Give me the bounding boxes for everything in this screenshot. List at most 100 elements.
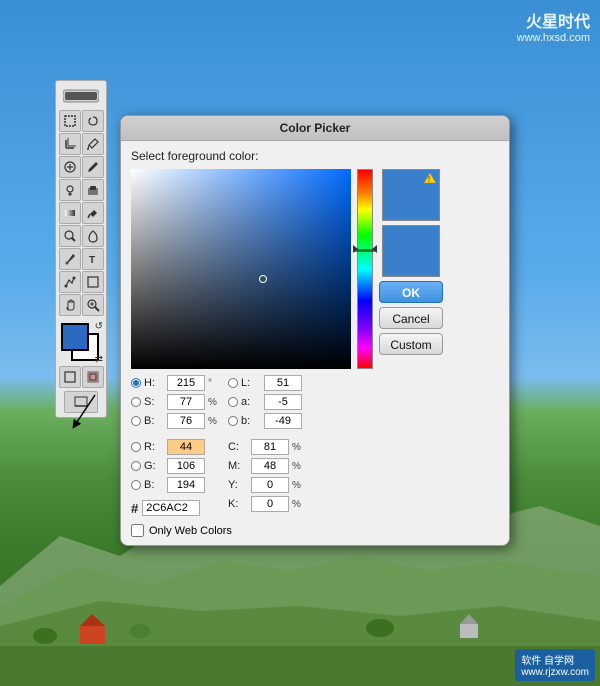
radio-R[interactable] [131, 442, 141, 452]
pen-tool[interactable] [59, 248, 81, 270]
input-a[interactable] [264, 394, 302, 410]
clone-tool[interactable] [59, 179, 81, 201]
input-L[interactable] [264, 375, 302, 391]
hex-input[interactable] [142, 500, 200, 516]
tool-row-7: T [59, 248, 104, 270]
input-b[interactable] [264, 413, 302, 429]
label-K: K: [228, 498, 248, 510]
radio-G[interactable] [131, 461, 141, 471]
zoom-tool[interactable] [82, 294, 104, 316]
input-M[interactable] [251, 458, 289, 474]
field-row-M: M: % [228, 458, 304, 474]
field-row-a: a: [228, 394, 304, 410]
custom-button[interactable]: Custom [379, 333, 443, 355]
field-row-R: R: [131, 439, 220, 455]
ok-button[interactable]: OK [379, 281, 443, 303]
field-row-b: b: [228, 413, 304, 429]
saturation-brightness-picker[interactable] [131, 169, 351, 369]
dialog-subtitle: Select foreground color: [131, 149, 499, 163]
dialog-titlebar: Color Picker [121, 116, 509, 141]
input-S[interactable] [167, 394, 205, 410]
radio-L[interactable] [228, 378, 238, 388]
tool-row-5 [59, 202, 104, 224]
eraser-tool[interactable] [82, 179, 104, 201]
out-of-gamut-warning[interactable]: ! [423, 172, 437, 187]
label-S: S: [144, 396, 164, 408]
field-row-L: L: [228, 375, 304, 391]
crop-tool[interactable] [59, 133, 81, 155]
svg-text:!: ! [428, 175, 430, 184]
foreground-color-swatch[interactable] [61, 323, 89, 351]
hex-row: # [131, 500, 220, 516]
input-Y[interactable] [251, 477, 289, 493]
path-select-tool[interactable] [59, 271, 81, 293]
input-H[interactable] [167, 375, 205, 391]
input-B[interactable] [167, 413, 205, 429]
radio-b[interactable] [228, 416, 238, 426]
input-G[interactable] [167, 458, 205, 474]
reset-colors-icon[interactable]: ↺ [95, 321, 103, 332]
hue-slider[interactable] [357, 169, 373, 369]
unit-M: % [292, 461, 304, 472]
dialog-buttons: OK Cancel Custom [379, 281, 443, 355]
sb-cursor [259, 275, 267, 283]
radio-H[interactable] [131, 378, 141, 388]
field-row-C: C: % [228, 439, 304, 455]
cancel-button[interactable]: Cancel [379, 307, 443, 329]
brush-preview [63, 86, 99, 106]
tool-row-8 [59, 271, 104, 293]
shape-tool[interactable] [82, 271, 104, 293]
tool-row-9 [59, 294, 104, 316]
label-B: B: [144, 415, 164, 427]
dodge-tool[interactable] [59, 225, 81, 247]
type-tool[interactable]: T [82, 248, 104, 270]
burn-tool[interactable] [82, 225, 104, 247]
hue-arrow-right [372, 245, 377, 253]
watermark-logo: 火星时代 [517, 8, 590, 32]
paint-bucket-tool[interactable] [82, 202, 104, 224]
radio-a[interactable] [228, 397, 238, 407]
tool-row-2 [59, 133, 104, 155]
web-colors-row: Only Web Colors [131, 524, 499, 537]
label-Y: Y: [228, 479, 248, 491]
unit-S: % [208, 397, 220, 408]
radio-B2[interactable] [131, 480, 141, 490]
unit-B: % [208, 416, 220, 427]
dialog-title: Color Picker [280, 121, 351, 135]
gradient-tool[interactable] [59, 202, 81, 224]
field-row-B: B: % [131, 413, 220, 429]
tool-row-3 [59, 156, 104, 178]
marquee-tool[interactable] [59, 110, 81, 132]
hand-tool[interactable] [59, 294, 81, 316]
label-B2: B: [144, 479, 164, 491]
field-row-B2: B: [131, 477, 220, 493]
web-colors-checkbox[interactable] [131, 524, 144, 537]
new-color-preview: ! [382, 169, 440, 221]
watermark-bottom-text: 软件 自学网 [521, 656, 574, 667]
current-color-preview [382, 225, 440, 277]
field-row-H: H: ° [131, 375, 220, 391]
lasso-tool[interactable] [82, 110, 104, 132]
input-B2[interactable] [167, 477, 205, 493]
fields-right: L: a: b: C: [228, 375, 304, 516]
heal-tool[interactable] [59, 156, 81, 178]
tool-row-1 [59, 110, 104, 132]
brush-tool[interactable] [82, 156, 104, 178]
field-row-S: S: % [131, 394, 220, 410]
color-picker-dialog: Color Picker Select foreground color: [120, 115, 510, 546]
label-b: b: [241, 415, 261, 427]
eyedropper-tool[interactable] [82, 133, 104, 155]
watermark-url: www.hxsd.com [517, 32, 590, 44]
unit-C: % [292, 442, 304, 453]
radio-B[interactable] [131, 416, 141, 426]
fields-section: H: ° S: % B: % [131, 375, 499, 516]
input-C[interactable] [251, 439, 289, 455]
tool-row-4 [59, 179, 104, 201]
fields-left: H: ° S: % B: % [131, 375, 220, 516]
input-K[interactable] [251, 496, 289, 512]
swap-colors-icon[interactable]: ⇄ [95, 354, 103, 365]
input-R[interactable] [167, 439, 205, 455]
web-colors-label: Only Web Colors [149, 525, 232, 537]
radio-S[interactable] [131, 397, 141, 407]
svg-text:T: T [89, 255, 95, 266]
